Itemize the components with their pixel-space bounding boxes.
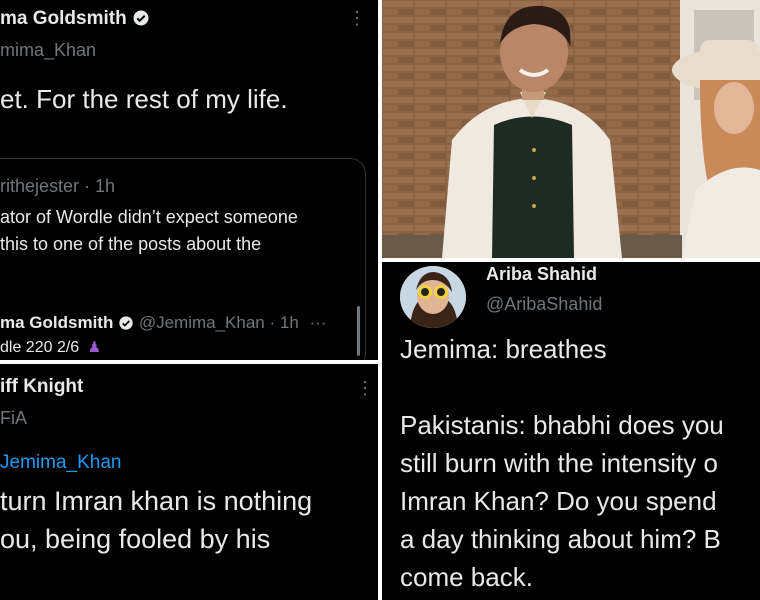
tweet-text-line: Imran Khan? Do you spend	[400, 486, 717, 516]
tweet-text-line: come back.	[400, 562, 533, 592]
quoted-tweet-line: ator of Wordle didn’t expect someone	[0, 207, 298, 227]
tweet-text-line: still burn with the intensity o	[400, 448, 718, 478]
tweet-ariba[interactable]: Ariba Shahid @AribaShahid Jemima: breath…	[382, 262, 760, 600]
more-options-icon[interactable]: ⋮	[356, 378, 374, 399]
reply-header[interactable]: ma Goldsmith @Jemima_Khan · 1h ···	[0, 313, 327, 333]
quoted-tweet-user[interactable]: rithejester · 1h	[0, 176, 115, 197]
mention-link[interactable]: Jemima_Khan	[0, 452, 121, 474]
dancing-person-icon: ♟	[87, 339, 102, 356]
tweet-text-line: ou, being fooled by his	[0, 524, 271, 554]
tweet-reply-knight[interactable]: iff Knight FiA ⋮ Jemima_Khan turn Imran …	[0, 364, 378, 600]
quoted-tweet-line: this to one of the posts about the	[0, 234, 262, 254]
tweet-text-line: Jemima: breathes	[400, 334, 607, 364]
tweet-jemima[interactable]: ma Goldsmith mima_Khan ⋮ et. For the res…	[0, 0, 378, 360]
avatar[interactable]	[400, 266, 466, 328]
reply-author-name[interactable]: ma Goldsmith	[0, 313, 113, 332]
tweet-author-name[interactable]: Ariba Shahid	[486, 264, 597, 285]
avatar-image	[400, 266, 466, 328]
tweet-author-name[interactable]: ma Goldsmith	[0, 8, 150, 30]
tweet-author-handle[interactable]: FiA	[0, 408, 27, 429]
reply-text: dle 220 2/6 ♟	[0, 339, 102, 356]
photo	[382, 0, 760, 258]
verified-badge-icon	[133, 10, 149, 26]
tweet-text-line: turn Imran khan is nothing	[0, 486, 313, 516]
tweet-text: et. For the rest of my life.	[0, 84, 288, 114]
tweet-author-handle[interactable]: @AribaShahid	[486, 294, 602, 315]
more-options-icon[interactable]: ⋮	[348, 8, 366, 29]
couple-photo	[382, 0, 760, 258]
more-options-icon[interactable]: ···	[310, 313, 327, 332]
tweet-author-handle[interactable]: mima_Khan	[0, 40, 96, 61]
tweet-text-line: Pakistanis: bhabhi does you	[400, 410, 724, 440]
tweet-author-name[interactable]: iff Knight	[0, 376, 83, 398]
scrollbar[interactable]	[357, 306, 360, 356]
tweet-text-line: a day thinking about him? B	[400, 524, 721, 554]
verified-badge-icon	[119, 316, 133, 330]
reply-author-handle[interactable]: @Jemima_Khan · 1h	[139, 313, 299, 332]
